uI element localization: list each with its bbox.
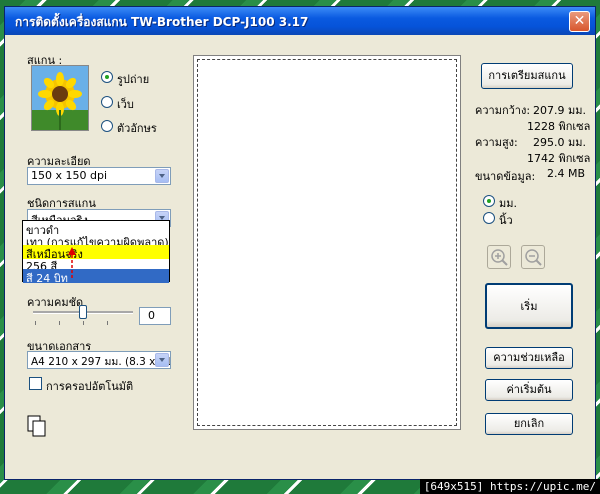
unit-inch-label: นิ้ว	[499, 214, 513, 227]
default-button[interactable]: ค่าเริ่มต้น	[485, 379, 573, 401]
close-icon: ✕	[573, 13, 586, 29]
preview-area[interactable]	[193, 55, 461, 430]
zoom-out-icon	[525, 249, 542, 266]
sunflower-icon	[32, 66, 88, 130]
slider-ticks	[35, 321, 131, 325]
chevron-down-icon[interactable]	[155, 169, 169, 183]
height-label: ความสูง:	[475, 136, 518, 149]
unit-mm-label: มม.	[499, 197, 517, 210]
sharpness-slider-thumb[interactable]	[79, 305, 87, 319]
radio-web-label: เว็บ	[117, 98, 134, 111]
zoom-in-button[interactable]	[487, 245, 511, 269]
radio-text-label: ตัวอักษร	[117, 122, 157, 135]
chevron-down-icon[interactable]	[155, 353, 169, 367]
scan-region-marquee[interactable]	[197, 59, 457, 426]
width-label: ความกว้าง:	[475, 104, 531, 117]
document-size-select[interactable]: A4 210 x 297 มม. (8.3 x 11	[27, 351, 171, 369]
help-button[interactable]: ความช่วยเหลือ	[485, 347, 573, 369]
sharpness-input[interactable]: 0	[139, 307, 171, 325]
sharpness-label: ความคมชัด	[27, 296, 84, 309]
prescan-button[interactable]: การเตรียมสแกน	[481, 63, 573, 89]
copy-pages-icon[interactable]	[27, 415, 47, 437]
red-arrow-icon	[68, 247, 76, 279]
radio-photo-label: รูปถ่าย	[117, 73, 150, 86]
height-px: 1742 พิกเซล	[527, 152, 591, 165]
title-bar: การติดตั้งเครื่องสแกน TW-Brother DCP-J10…	[5, 7, 595, 35]
unit-mm-radio[interactable]	[483, 195, 495, 207]
cancel-button[interactable]: ยกเลิก	[485, 413, 573, 435]
zoom-in-icon	[491, 249, 508, 266]
document-size-value: A4 210 x 297 มม. (8.3 x 11	[31, 356, 171, 368]
unit-inch-radio[interactable]	[483, 212, 495, 224]
radio-web[interactable]	[101, 96, 113, 108]
radio-photo[interactable]	[101, 71, 113, 83]
start-button[interactable]: เริ่ม	[485, 283, 573, 329]
photo-preview-image	[31, 65, 89, 131]
resolution-value: 150 x 150 dpi	[31, 169, 108, 182]
scan-type-dropdown-list: ขาวดำ เทา (การแก้ไขความผิดพลาด) สีเหมือน…	[22, 220, 170, 283]
radio-text[interactable]	[101, 120, 113, 132]
data-size-value: 2.4 MB	[547, 167, 586, 180]
close-button[interactable]: ✕	[569, 11, 590, 32]
auto-crop-checkbox[interactable]	[29, 377, 42, 390]
data-size-label: ขนาดข้อมูล:	[475, 170, 536, 183]
zoom-out-button[interactable]	[521, 245, 545, 269]
dropdown-item-selected[interactable]: สี 24 บิท	[23, 269, 169, 283]
watermark-text: [649x515] https://upic.me/	[419, 479, 600, 494]
auto-crop-label: การครอปอัตโนมัติ	[46, 380, 134, 393]
window-title: การติดตั้งเครื่องสแกน TW-Brother DCP-J10…	[15, 15, 309, 29]
sharpness-value: 0	[148, 309, 155, 322]
resolution-select[interactable]: 150 x 150 dpi	[27, 167, 171, 185]
